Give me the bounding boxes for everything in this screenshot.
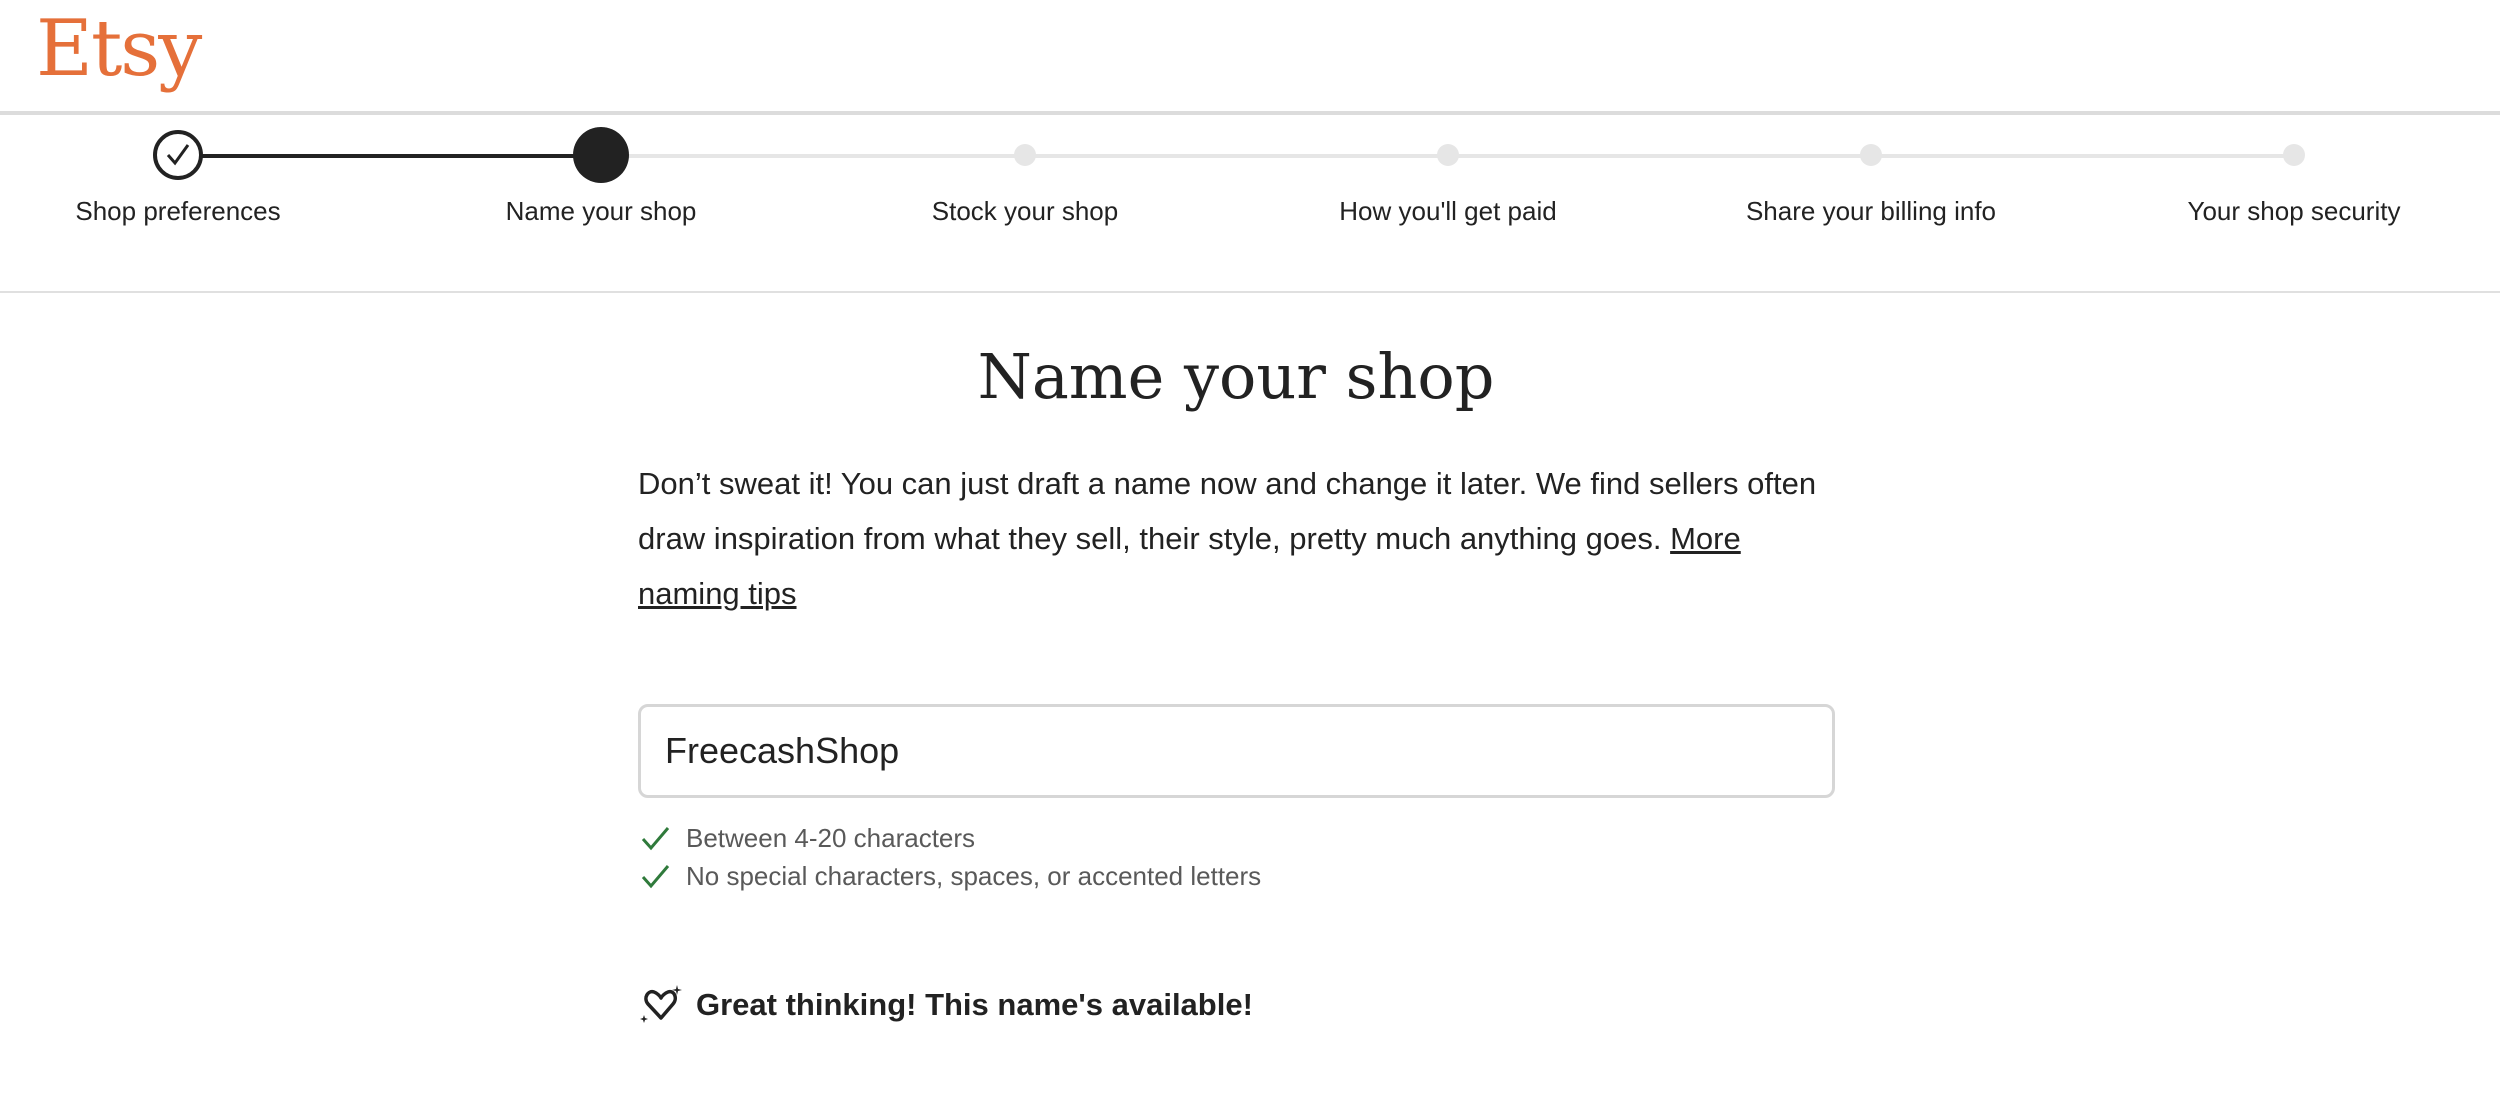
check-icon: [641, 865, 670, 889]
availability-text: Great thinking! This name's available!: [696, 987, 1253, 1022]
step-label: Name your shop: [505, 196, 697, 226]
step-label: Share your billing info: [1745, 196, 1997, 226]
step-pending-indicator: [1437, 144, 1459, 166]
step-label: How you'll get paid: [1339, 196, 1557, 226]
step-pending-indicator: [1860, 144, 1882, 166]
step-label: Stock your shop: [931, 196, 1119, 226]
rule-text: No special characters, spaces, or accent…: [686, 860, 1262, 891]
description-text: Don’t sweat it! You can just draft a nam…: [638, 466, 1817, 556]
availability-message: Great thinking! This name's available!: [640, 984, 1253, 1026]
step-current-indicator: [573, 127, 629, 183]
page-title: Name your shop: [977, 340, 1495, 413]
description: Don’t sweat it! You can just draft a nam…: [638, 456, 1838, 621]
rule-characters: No special characters, spaces, or accent…: [640, 860, 1261, 892]
step-pending-indicator: [2283, 144, 2305, 166]
step-complete-indicator: [153, 130, 203, 180]
progress-track-complete: [178, 154, 601, 158]
step-pending-indicator: [1014, 144, 1036, 166]
check-icon: [641, 827, 670, 851]
header-divider: [0, 111, 2500, 115]
step-label: Your shop security: [2187, 196, 2401, 226]
etsy-logo[interactable]: Etsy: [36, 4, 202, 94]
step-label: Shop preferences: [75, 196, 281, 226]
sparkle-heart-icon: [640, 985, 682, 1023]
stepper-divider: [0, 291, 2500, 293]
rule-length: Between 4-20 characters: [640, 822, 975, 854]
shop-name-input[interactable]: [638, 704, 1835, 798]
rule-text: Between 4-20 characters: [686, 822, 976, 853]
check-icon: [166, 144, 190, 166]
